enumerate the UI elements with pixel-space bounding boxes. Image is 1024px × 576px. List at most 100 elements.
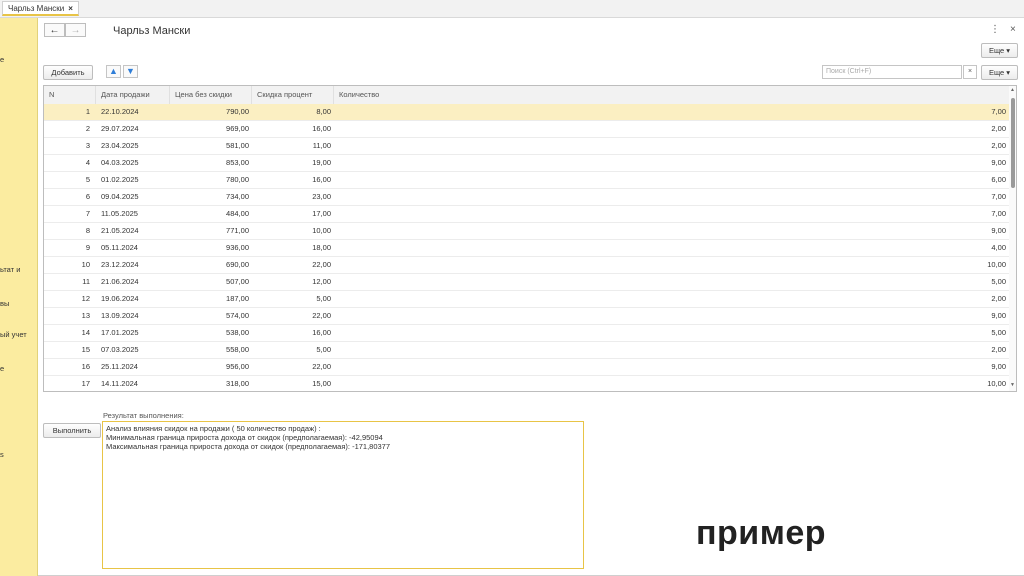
arrow-down-icon: ▼ [126, 66, 135, 76]
scrollbar-thumb[interactable] [1011, 98, 1015, 188]
cell-n: 2 [85, 124, 90, 133]
sidebar-item[interactable]: s [0, 450, 4, 459]
cell-quantity: 6,00 [991, 175, 1006, 184]
table-row[interactable]: 10 23.12.2024 690,00 22,00 10,00 [44, 257, 1009, 274]
sidebar-item[interactable]: ьтат и [0, 265, 20, 274]
table-row[interactable]: 2 29.07.2024 969,00 16,00 2,00 [44, 121, 1009, 138]
clear-search-icon[interactable]: × [963, 65, 977, 79]
cell-price: 734,00 [226, 192, 249, 201]
result-line: Анализ влияния скидок на продажи ( 50 ко… [106, 424, 321, 433]
table-row[interactable]: 7 11.05.2025 484,00 17,00 7,00 [44, 206, 1009, 223]
cell-n: 13 [81, 311, 90, 320]
cell-date: 17.01.2025 [101, 328, 139, 337]
arrow-up-icon: ▲ [109, 66, 118, 76]
cell-n: 17 [81, 379, 90, 388]
cell-price: 790,00 [226, 107, 249, 116]
sidebar-item[interactable]: вы [0, 299, 9, 308]
cell-date: 21.05.2024 [101, 226, 139, 235]
forward-button[interactable]: → [65, 23, 86, 37]
cell-quantity: 7,00 [991, 209, 1006, 218]
sidebar-item[interactable]: е [0, 55, 4, 64]
cell-quantity: 10,00 [987, 260, 1006, 269]
search-input[interactable]: Поиск (Ctrl+F) [822, 65, 962, 79]
cell-price: 187,00 [226, 294, 249, 303]
cell-price: 318,00 [226, 379, 249, 388]
cell-n: 8 [85, 226, 90, 235]
cell-price: 538,00 [226, 328, 249, 337]
cell-quantity: 2,00 [991, 294, 1006, 303]
cell-n: 7 [85, 209, 90, 218]
scroll-down-icon[interactable]: ▼ [1010, 382, 1015, 388]
cell-n: 5 [85, 175, 90, 184]
back-button[interactable]: ← [44, 23, 65, 37]
cell-date: 07.03.2025 [101, 345, 139, 354]
cell-quantity: 10,00 [987, 379, 1006, 388]
cell-quantity: 4,00 [991, 243, 1006, 252]
table-row[interactable]: 13 13.09.2024 574,00 22,00 9,00 [44, 308, 1009, 325]
vertical-scrollbar[interactable]: ▲ ▼ [1009, 86, 1016, 391]
tab-title: Чарльз Мански [8, 4, 65, 13]
scroll-up-icon[interactable]: ▲ [1010, 87, 1015, 93]
close-form-icon[interactable]: × [1010, 24, 1016, 35]
cell-n: 11 [82, 277, 90, 286]
sales-table: N Дата продажи Цена без скидки Скидка пр… [43, 85, 1017, 392]
cell-n: 3 [85, 141, 90, 150]
table-row[interactable]: 4 04.03.2025 853,00 19,00 9,00 [44, 155, 1009, 172]
column-header-discount[interactable]: Скидка процент [252, 86, 334, 104]
column-header-n[interactable]: N [44, 86, 96, 104]
cell-discount: 18,00 [312, 243, 331, 252]
cell-date: 21.06.2024 [101, 277, 139, 286]
table-row[interactable]: 5 01.02.2025 780,00 16,00 6,00 [44, 172, 1009, 189]
table-row[interactable]: 6 09.04.2025 734,00 23,00 7,00 [44, 189, 1009, 206]
cell-n: 1 [85, 107, 90, 116]
table-row[interactable]: 14 17.01.2025 538,00 16,00 5,00 [44, 325, 1009, 342]
column-header-date[interactable]: Дата продажи [96, 86, 170, 104]
cell-price: 484,00 [226, 209, 249, 218]
more-button-top[interactable]: Еще ▾ [981, 43, 1018, 58]
column-header-price[interactable]: Цена без скидки [170, 86, 252, 104]
cell-quantity: 9,00 [991, 362, 1006, 371]
cell-date: 13.09.2024 [101, 311, 139, 320]
cell-n: 6 [85, 192, 90, 201]
sidebar-item[interactable]: ый учет [0, 330, 27, 339]
cell-discount: 16,00 [312, 124, 331, 133]
table-row[interactable]: 9 05.11.2024 936,00 18,00 4,00 [44, 240, 1009, 257]
cell-discount: 8,00 [316, 107, 331, 116]
tab-bar: Чарльз Мански × [0, 0, 1024, 18]
table-row[interactable]: 1 22.10.2024 790,00 8,00 7,00 [44, 104, 1009, 121]
cell-discount: 22,00 [312, 311, 331, 320]
cell-n: 10 [81, 260, 90, 269]
sidebar-item[interactable]: е [0, 364, 4, 373]
sidebar: е ьтат и вы ый учет е s [0, 18, 38, 576]
table-row[interactable]: 15 07.03.2025 558,00 5,00 2,00 [44, 342, 1009, 359]
more-actions-icon[interactable]: ⋮ [990, 24, 1000, 35]
result-textbox[interactable]: Анализ влияния скидок на продажи ( 50 ко… [102, 421, 584, 569]
cell-quantity: 5,00 [991, 328, 1006, 337]
overlay-caption: пример [696, 514, 827, 552]
tab-charles-mansky[interactable]: Чарльз Мански × [2, 1, 79, 16]
table-row[interactable]: 8 21.05.2024 771,00 10,00 9,00 [44, 223, 1009, 240]
more-button[interactable]: Еще ▾ [981, 65, 1018, 80]
run-button[interactable]: Выполнить [43, 423, 101, 438]
column-header-quantity[interactable]: Количество [334, 86, 1009, 104]
table-row[interactable]: 17 14.11.2024 318,00 15,00 10,00 [44, 376, 1009, 391]
close-icon[interactable]: × [68, 4, 73, 13]
cell-date: 11.05.2025 [101, 209, 138, 218]
cell-price: 581,00 [226, 141, 249, 150]
cell-price: 853,00 [226, 158, 249, 167]
move-up-button[interactable]: ▲ [106, 65, 121, 78]
cell-discount: 22,00 [312, 260, 331, 269]
cell-discount: 19,00 [312, 158, 331, 167]
table-row[interactable]: 11 21.06.2024 507,00 12,00 5,00 [44, 274, 1009, 291]
cell-discount: 23,00 [312, 192, 331, 201]
table-row[interactable]: 12 19.06.2024 187,00 5,00 2,00 [44, 291, 1009, 308]
move-down-button[interactable]: ▼ [123, 65, 138, 78]
table-row[interactable]: 16 25.11.2024 956,00 22,00 9,00 [44, 359, 1009, 376]
table-row[interactable]: 3 23.04.2025 581,00 11,00 2,00 [44, 138, 1009, 155]
result-line: Минимальная граница прироста дохода от с… [106, 433, 383, 442]
cell-discount: 16,00 [312, 175, 331, 184]
cell-quantity: 2,00 [991, 345, 1006, 354]
cell-quantity: 9,00 [991, 311, 1006, 320]
page-title: Чарльз Мански [113, 25, 191, 37]
add-button[interactable]: Добавить [43, 65, 93, 80]
